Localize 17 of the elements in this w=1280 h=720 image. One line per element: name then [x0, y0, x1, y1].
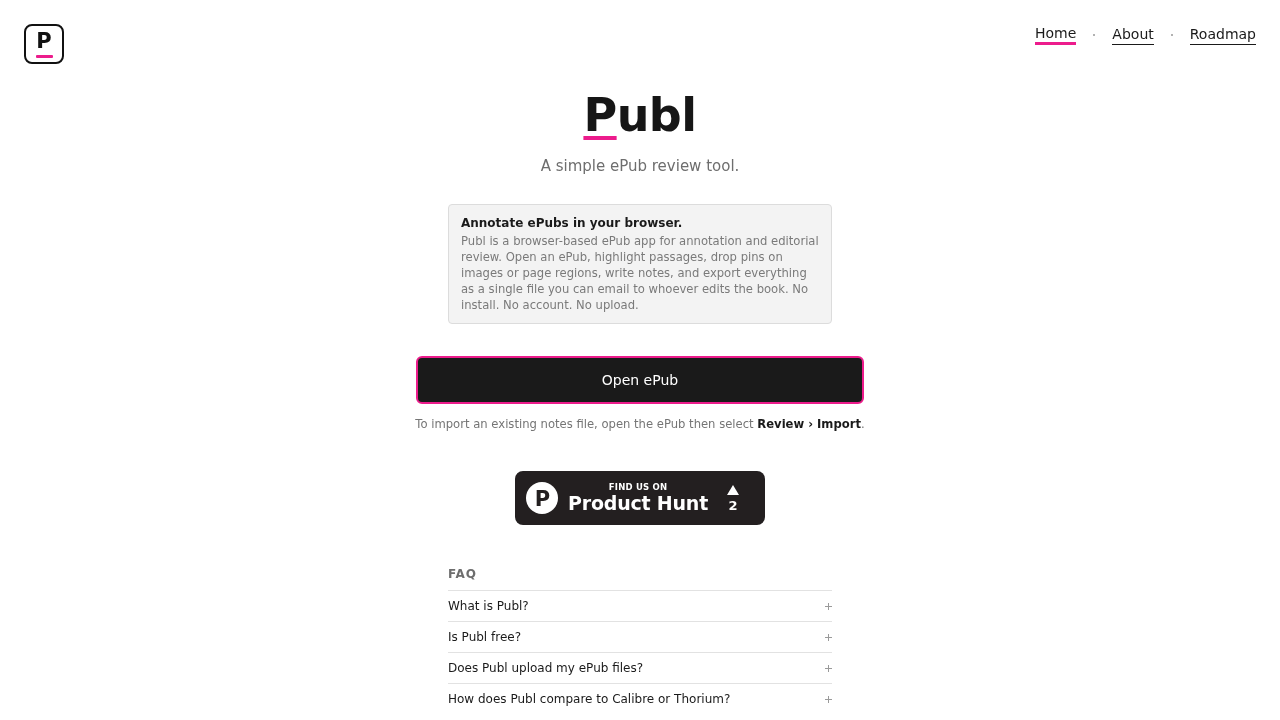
- faq-item[interactable]: What is Publ?: [448, 590, 832, 621]
- upvote-triangle-icon: [727, 484, 739, 495]
- faq-heading: FAQ: [448, 566, 478, 583]
- faq-item[interactable]: Is Publ free?: [448, 621, 832, 652]
- logo[interactable]: P: [24, 24, 64, 64]
- tagline: A simple ePub review tool.: [540, 157, 740, 175]
- nav-link[interactable]: About: [1112, 24, 1154, 45]
- faq-item[interactable]: How does Publ compare to Calibre or Thorium?: [448, 683, 832, 714]
- nav-link[interactable]: Home: [1035, 24, 1077, 45]
- import-hint: To import an existing notes file, open the ePub then select Review › Import.: [415, 416, 865, 433]
- info-card-title: Annotate ePubs in your browser.: [461, 215, 684, 231]
- product-hunt-logo-icon: P: [526, 482, 558, 514]
- open-epub-button[interactable]: Open ePub: [416, 356, 864, 404]
- faq-item[interactable]: Does Publ upload my ePub files?: [448, 652, 832, 683]
- page-title: Publ: [583, 88, 697, 143]
- info-card-text: Publ is a browser-based ePub app for annotation and editorial review. Open an ePub, highlight passages, drop pins on images or page regions, write notes, and export everything as a single file you can email to whoever edits the book. No install. No account. No upload.: [461, 233, 819, 313]
- nav-link[interactable]: Roadmap: [1189, 24, 1256, 45]
